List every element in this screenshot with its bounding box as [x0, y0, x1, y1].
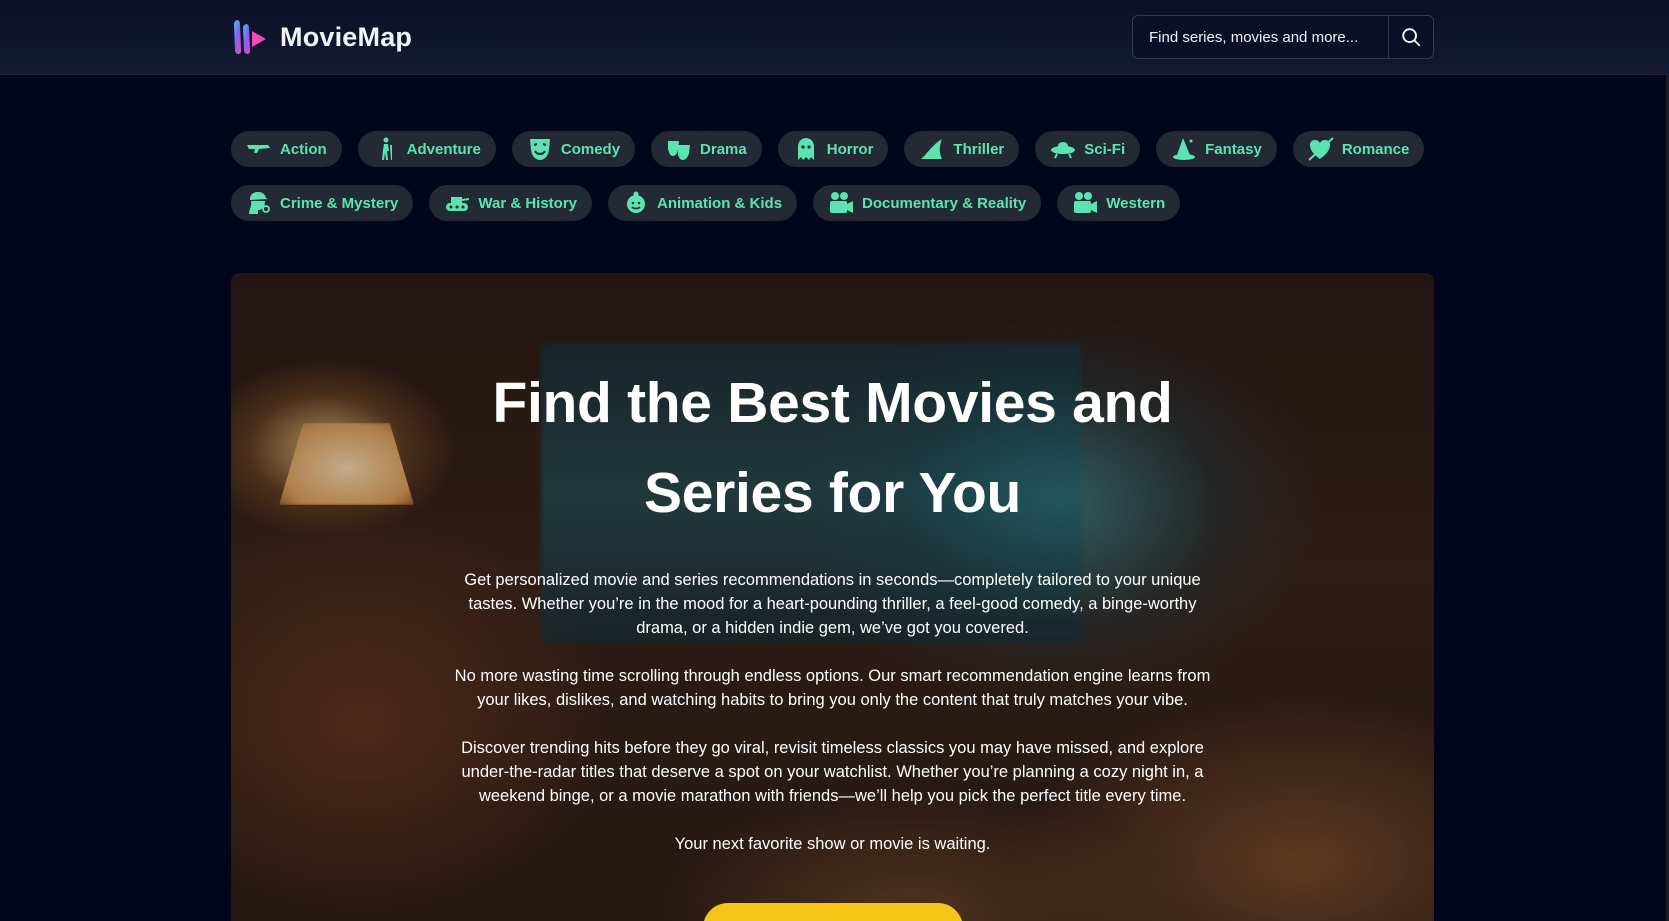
genre-chip-drama[interactable]: Drama: [651, 131, 762, 167]
top-navbar: MovieMap: [0, 0, 1669, 75]
wizard-hat-icon: [1173, 138, 1196, 160]
genre-chip-animation-kids[interactable]: Animation & Kids: [608, 185, 798, 221]
tank-icon: [446, 197, 470, 211]
hero-tagline: Your next favorite show or movie is wait…: [674, 835, 991, 853]
hero-paragraph: Get personalized movie and series recomm…: [464, 571, 1201, 637]
child-face-icon: [627, 191, 646, 213]
genre-chip-romance[interactable]: Romance: [1292, 131, 1425, 167]
genre-chip-label: War & History: [478, 194, 578, 212]
genre-chip-label: Romance: [1341, 140, 1410, 158]
genre-chip-crime-mystery[interactable]: Crime & Mystery: [231, 185, 414, 221]
search-button[interactable]: [1388, 16, 1433, 58]
genre-chip-thriller[interactable]: Thriller: [904, 131, 1020, 167]
hero-paragraph: No more wasting time scrolling through e…: [454, 667, 1211, 709]
shark-fin-icon: [921, 139, 943, 159]
genre-chip-label: Horror: [826, 140, 874, 158]
genre-row: Action Adventure Comedy Drama Horror Thr…: [231, 131, 1441, 167]
genre-chip-western[interactable]: Western: [1057, 185, 1181, 221]
genre-chip-label: Drama: [700, 140, 747, 158]
hiker-icon: [381, 137, 392, 160]
search-bar: [1132, 15, 1434, 59]
brand-name: MovieMap: [280, 21, 413, 52]
genre-chip-label: Animation & Kids: [657, 194, 783, 212]
hero-paragraph: Discover trending hits before they go vi…: [461, 739, 1204, 805]
hero-content: Find the Best Movies and Series for You …: [231, 273, 1434, 856]
genre-chip-label: Crime & Mystery: [280, 194, 399, 212]
genre-chip-horror[interactable]: Horror: [777, 131, 889, 167]
logo-icon: [234, 20, 266, 54]
genre-chip-action[interactable]: Action: [231, 131, 342, 167]
ghost-icon: [797, 138, 814, 160]
genre-chip-label: Thriller: [953, 140, 1005, 158]
film-camera-icon: [830, 192, 854, 213]
genre-chip-sci-fi[interactable]: Sci-Fi: [1035, 131, 1141, 167]
genre-chip-war-history[interactable]: War & History: [429, 185, 593, 221]
genre-chip-adventure[interactable]: Adventure: [357, 131, 496, 167]
genre-chip-fantasy[interactable]: Fantasy: [1156, 131, 1277, 167]
genre-chip-label: Western: [1106, 194, 1166, 212]
genre-chip-label: Adventure: [406, 140, 481, 158]
genre-chip-label: Sci-Fi: [1084, 140, 1126, 158]
heart-arrow-icon: [1308, 137, 1334, 161]
genre-chip-label: Comedy: [560, 140, 621, 158]
genre-chip-label: Documentary & Reality: [862, 194, 1027, 212]
search-icon: [1402, 28, 1421, 47]
film-camera-icon: [1074, 192, 1098, 213]
brand-logo[interactable]: MovieMap: [230, 15, 412, 59]
gun-icon: [247, 145, 270, 153]
hero-title: Find the Best Movies and Series for You: [492, 371, 1173, 525]
hero-cta-button[interactable]: [703, 903, 963, 921]
genre-filter-bar: Action Adventure Comedy Drama Horror Thr…: [231, 131, 1441, 239]
genre-chip-label: Action: [280, 140, 327, 158]
comedy-mask-icon: [529, 139, 550, 160]
genre-chip-comedy[interactable]: Comedy: [511, 131, 636, 167]
genre-row: Crime & Mystery War & History Animation …: [231, 185, 1441, 221]
search-input[interactable]: [1133, 16, 1388, 58]
genre-chip-documentary-reality[interactable]: Documentary & Reality: [813, 185, 1042, 221]
genre-chip-label: Fantasy: [1205, 140, 1262, 158]
detective-icon: [249, 192, 270, 214]
hero-banner: Find the Best Movies and Series for You …: [231, 273, 1434, 921]
theater-masks-icon: [668, 141, 691, 160]
ufo-icon: [1051, 142, 1076, 159]
